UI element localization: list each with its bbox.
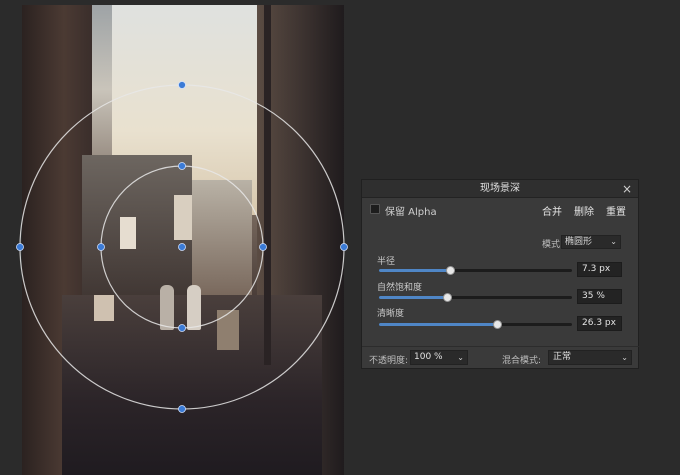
outer-handle-left[interactable] xyxy=(16,243,24,251)
radius-slider-fill xyxy=(379,269,451,272)
opacity-value: 100 % xyxy=(414,352,443,362)
inner-handle-right[interactable] xyxy=(259,243,267,251)
sharpness-label: 清晰度 xyxy=(377,309,405,319)
delete-button[interactable]: 删除 xyxy=(574,203,594,218)
center-handle[interactable] xyxy=(178,243,186,251)
panel-header[interactable]: 现场景深 × xyxy=(362,180,638,198)
merge-button[interactable]: 合并 xyxy=(542,203,562,218)
panel-toolbar: 保留 Alpha 合并 删除 重置 xyxy=(362,198,638,220)
reset-button[interactable]: 重置 xyxy=(606,203,626,218)
vibrance-value-field[interactable]: 35 % xyxy=(577,289,622,304)
radius-slider[interactable] xyxy=(379,266,572,275)
vibrance-slider-knob[interactable] xyxy=(442,293,452,302)
panel-title: 现场景深 xyxy=(480,183,520,194)
radius-label: 半径 xyxy=(377,257,396,267)
outer-handle-top[interactable] xyxy=(178,81,186,89)
opacity-label: 不透明度: xyxy=(369,356,409,366)
outer-handle-right[interactable] xyxy=(340,243,348,251)
vibrance-slider[interactable] xyxy=(379,293,572,302)
vibrance-slider-fill xyxy=(379,296,447,299)
inner-handle-bottom[interactable] xyxy=(178,324,186,332)
blend-mode-label: 混合模式: xyxy=(502,356,542,366)
preserve-alpha-label: 保留 Alpha xyxy=(385,207,437,218)
outer-handle-bottom[interactable] xyxy=(178,405,186,413)
field-depth-panel: 现场景深 × 保留 Alpha 合并 删除 重置 模式 椭圆形 ⌄ 半径 7.3… xyxy=(361,179,640,370)
preserve-alpha-checkbox[interactable] xyxy=(370,204,380,214)
mode-dropdown[interactable]: 椭圆形 ⌄ xyxy=(561,235,621,249)
sharpness-slider-fill xyxy=(379,323,497,326)
chevron-down-icon: ⌄ xyxy=(610,237,617,246)
mode-value: 椭圆形 xyxy=(565,237,593,247)
panel-footer: 不透明度: 100 % ⌄ 混合模式: 正常 ⌄ xyxy=(362,346,640,370)
mode-row: 模式 椭圆形 ⌄ xyxy=(362,235,640,251)
sharpness-slider-knob[interactable] xyxy=(492,320,502,329)
radius-value-field[interactable]: 7.3 px xyxy=(577,262,622,277)
chevron-down-icon: ⌄ xyxy=(457,353,464,362)
opacity-dropdown[interactable]: 100 % ⌄ xyxy=(410,350,468,365)
inner-handle-left[interactable] xyxy=(97,243,105,251)
vibrance-label: 自然饱和度 xyxy=(377,283,423,293)
mode-label: 模式 xyxy=(542,240,561,250)
blend-mode-dropdown[interactable]: 正常 ⌄ xyxy=(548,350,632,365)
sharpness-value-field[interactable]: 26.3 px xyxy=(577,316,622,331)
blend-mode-value: 正常 xyxy=(553,352,572,362)
close-icon[interactable]: × xyxy=(620,180,634,198)
chevron-down-icon: ⌄ xyxy=(621,353,628,362)
radius-slider-knob[interactable] xyxy=(446,266,456,275)
sharpness-slider[interactable] xyxy=(379,320,572,329)
inner-handle-top[interactable] xyxy=(178,162,186,170)
